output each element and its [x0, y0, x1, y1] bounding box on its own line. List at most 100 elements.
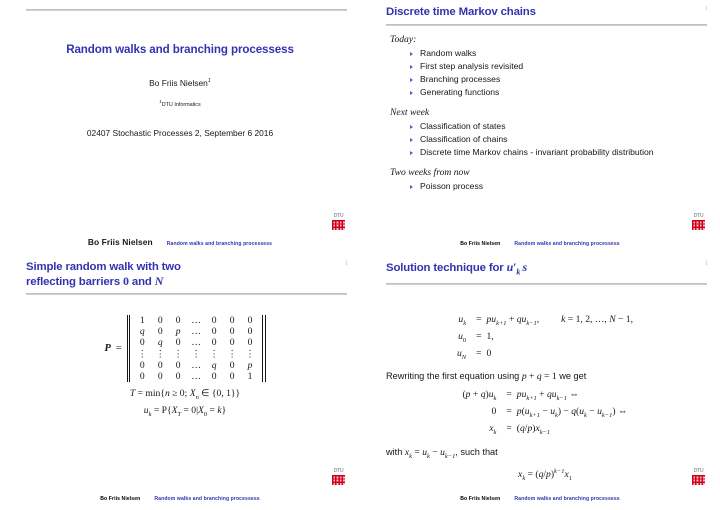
list-item: Generating functions	[410, 87, 704, 99]
equation-lhs: u0	[458, 330, 467, 344]
equation-lhs: 0	[491, 405, 497, 417]
slide-header: Solution technique for u′k s	[386, 260, 707, 285]
equation-rhs: puk+1 + quk−1 ⇔	[516, 388, 579, 402]
presenter-footnote-marker: 1	[207, 78, 211, 85]
matrix-cell: 0	[211, 326, 217, 338]
equation-lhs: uk	[458, 313, 467, 327]
prose-substitution-suffix: , such that	[455, 446, 498, 457]
equation-lhs: xk	[489, 423, 497, 436]
matrix-cell: ⋮	[137, 348, 148, 360]
page-title: Discrete time Markov chains	[386, 6, 536, 18]
matrix-cell: 0	[175, 315, 181, 326]
matrix-label-P: P	[104, 343, 111, 355]
matrix-norm-bar-right-inner	[262, 315, 264, 383]
footer-subject: Random walks and branching processess	[154, 496, 260, 502]
matrix-cell: …	[191, 371, 201, 383]
table-row: ⋮ ⋮ ⋮ ⋮ ⋮ ⋮ ⋮	[133, 349, 259, 360]
slide-footer: Bo Friis Nielsen Random walks and branchi…	[360, 496, 720, 502]
matrix-cell: 0	[175, 337, 181, 349]
group-label-today: Today:	[390, 34, 417, 45]
presentation-title: Random walks and branching processess	[66, 43, 294, 56]
footer-author: Bo Friis Nielsen	[87, 237, 153, 247]
prose-rewriting-math: p + q = 1	[521, 371, 557, 383]
matrix-cell: 1	[247, 371, 253, 383]
slide-deck: Random walks and branching processess Bo…	[0, 0, 720, 510]
slide-footer: Bo Friis Nielsen Random walks and branchi…	[0, 237, 360, 247]
dtu-logo-wordmark: DTU	[693, 468, 704, 474]
footer-author: Bo Friis Nielsen	[100, 496, 141, 502]
list-item: Poisson process	[410, 181, 704, 193]
footer-author: Bo Friis Nielsen	[460, 241, 501, 247]
matrix-cell: 0	[157, 315, 163, 326]
matrix-cell: 0	[211, 337, 217, 349]
matrix-cell: …	[191, 315, 201, 326]
dtu-logo-grid-icon	[332, 219, 345, 230]
dtu-logo: DTU	[331, 213, 346, 231]
matrix-cell: …	[191, 359, 201, 371]
equation-rhs: 0	[486, 347, 492, 359]
footer-subject: Random walks and branching processess	[514, 241, 620, 247]
matrix-cell: ⋮	[227, 348, 237, 360]
table-row: 0 = p(uk+1 − uk) − q(uk − uk−1) ⇔	[462, 405, 628, 422]
equation-relation: =	[506, 405, 512, 417]
table-row: q 0 p … 0 0 0	[133, 326, 259, 337]
matrix-cell: 0	[247, 337, 253, 349]
equation-system: uk = puk+1 + quk−1, k = 1, 2, …, N − 1, …	[457, 313, 633, 364]
slide-content: P = 1 0 0 … 0 0 0 q 0 p … 0 0 0 0 q 0 … …	[26, 289, 344, 482]
equation-stopping-time: T = min{n ≥ 0; Xn ∈ {0, 1}}	[129, 388, 241, 402]
equation-rhs: p(uk+1 − uk) − q(uk − uk−1) ⇔	[516, 405, 628, 419]
slide-simple-random-walk: Simple random walk with two reflecting ba…	[0, 255, 360, 510]
equation-derivation: (p + q)uk = puk+1 + quk−1 ⇔ 0 = p(uk+1 −…	[462, 388, 627, 439]
page-title-and: and	[128, 275, 155, 288]
bullet-text: Generating functions	[420, 87, 500, 98]
matrix-cell: 0	[175, 371, 181, 383]
bullet-text: Branching processes	[420, 74, 501, 85]
matrix-cell: q	[139, 326, 145, 338]
slide-discrete-time-markov-chains: Discrete time Markov chains 1 Today: Ran…	[360, 0, 720, 255]
list-item: Classification of states	[410, 121, 704, 133]
page-number: 1	[345, 261, 348, 267]
prose-substitution: with xk = uk − uk−1, such that	[386, 447, 704, 460]
dtu-logo: DTU	[691, 468, 706, 486]
footer-subject: Random walks and branching processess	[166, 241, 273, 247]
transition-matrix: 1 0 0 … 0 0 0 q 0 p … 0 0 0 0 q 0 … 0 0 …	[133, 315, 259, 382]
matrix-cell: p	[175, 326, 181, 338]
presenter-name: Bo Friis Nielsen1	[0, 78, 360, 88]
prose-substitution-math: xk = uk − uk−1	[404, 446, 456, 460]
matrix-cell: 0	[229, 315, 235, 326]
matrix-cell: 0	[229, 326, 235, 338]
dtu-logo-wordmark: DTU	[333, 468, 344, 474]
footer-author: Bo Friis Nielsen	[460, 496, 501, 502]
equation-lhs: uN	[456, 347, 467, 361]
bullet-text: Classification of chains	[420, 133, 508, 144]
table-row: xk = (q/p)xk−1	[462, 422, 627, 439]
matrix-cell: ⋮	[155, 348, 166, 360]
page-title: Simple random walk with two reflecting ba…	[26, 261, 347, 289]
transition-matrix-block: P = 1 0 0 … 0 0 0 q 0 p … 0 0 0 0 q 0 … …	[26, 315, 344, 383]
list-item: First step analysis revisited	[410, 61, 704, 73]
dtu-logo-wordmark: DTU	[333, 213, 344, 219]
page-title-prefix: Solution technique for	[386, 262, 507, 274]
page-number: 1	[705, 261, 708, 267]
list-item: Random walks	[410, 48, 704, 60]
matrix-cell: ⋮	[173, 348, 183, 360]
matrix-cell: 0	[229, 359, 235, 371]
matrix-cell: 0	[157, 359, 163, 371]
list-item: Branching processes	[410, 74, 704, 86]
matrix-cell: ⋮	[209, 348, 219, 360]
dtu-logo: DTU	[691, 213, 706, 231]
matrix-cell: 0	[229, 371, 235, 383]
page-title-line2-prefix: reflecting barriers	[26, 275, 124, 288]
slide-content: uk = puk+1 + quk−1, k = 1, 2, …, N − 1, …	[386, 289, 704, 483]
prose-rewriting-prefix: Rewriting the first equation using	[386, 371, 522, 382]
matrix-cell: 0	[211, 315, 217, 326]
prose-rewriting: Rewriting the first equation using p + q…	[386, 371, 704, 382]
equation-relation: =	[476, 330, 482, 342]
course-line: 02407 Stochastic Processes 2, September …	[86, 127, 274, 138]
list-item: Discrete time Markov chains - invariant …	[410, 147, 704, 159]
equation-relation: =	[506, 388, 512, 400]
page-title: Solution technique for u′k s	[386, 260, 707, 279]
slide-footer: Bo Friis Nielsen Random walks and branchi…	[0, 496, 360, 502]
presenter-name-text: Bo Friis Nielsen	[149, 78, 208, 88]
table-row: 1 0 0 … 0 0 0	[133, 315, 259, 326]
